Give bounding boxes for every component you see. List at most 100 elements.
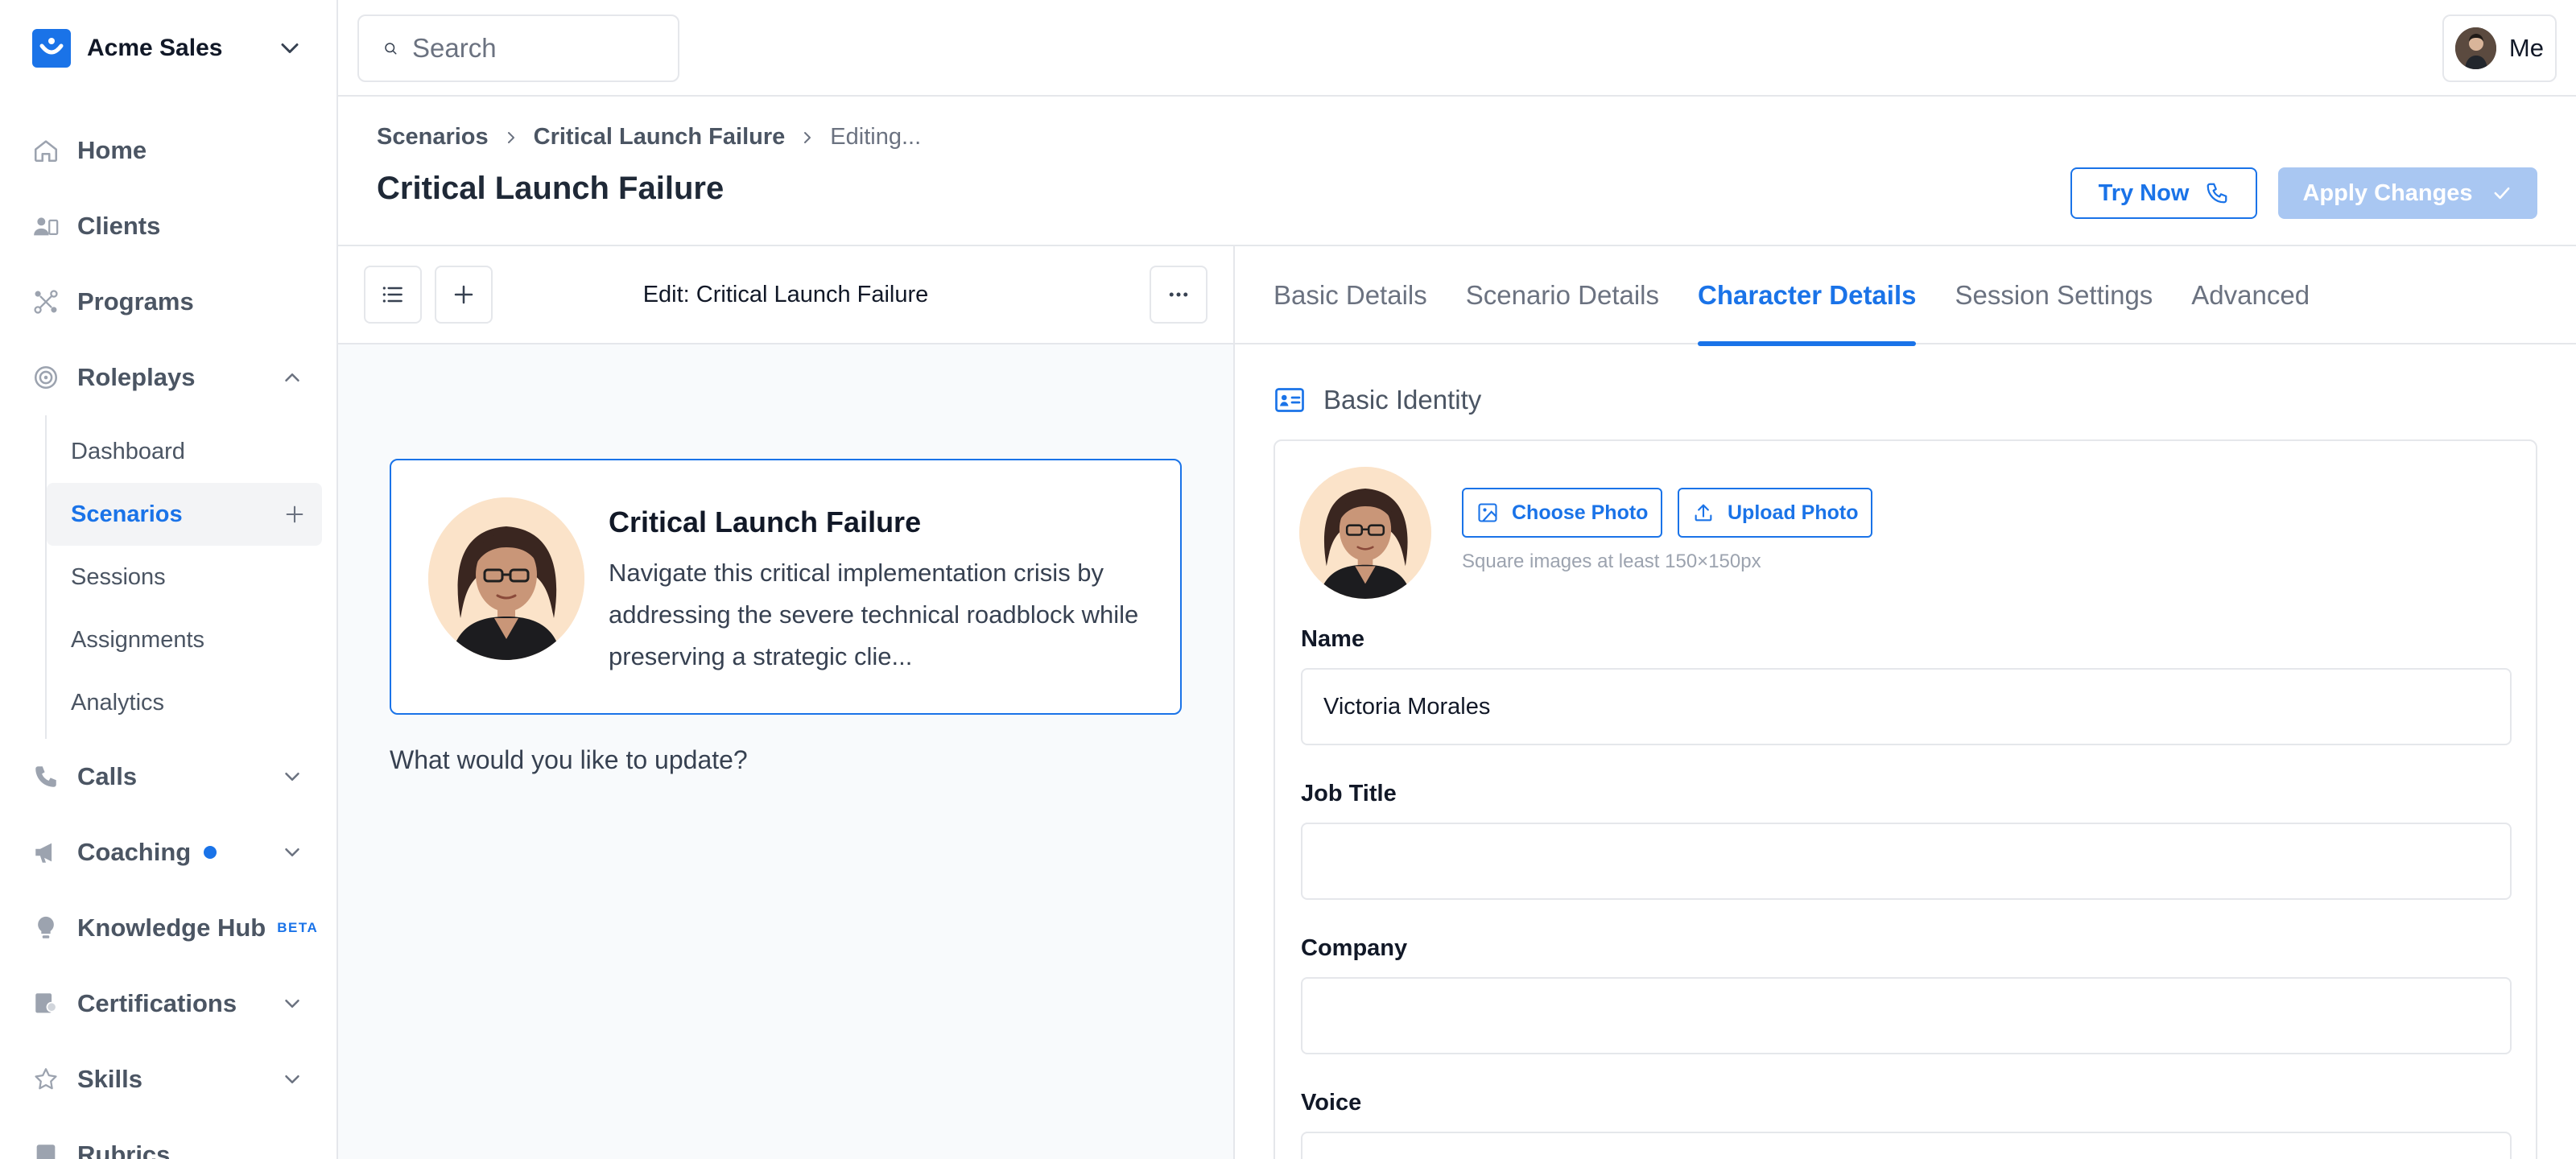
voice-select[interactable]: [1301, 1132, 2512, 1159]
breadcrumb: Scenarios Critical Launch Failure Editin…: [377, 124, 921, 151]
update-prompt: What would you like to update?: [390, 745, 748, 774]
tab-scenario-details[interactable]: Scenario Details: [1466, 246, 1659, 344]
job-title-label: Job Title: [1301, 781, 1397, 806]
try-now-button[interactable]: Try Now: [2070, 167, 2257, 219]
editor-chat-panel: Edit: Critical Launch Failure Critical L…: [338, 246, 1235, 1159]
lightbulb-icon: [38, 916, 54, 938]
sidebar-nav: Home Clients Programs Roleplays Dashboar…: [0, 97, 336, 1159]
upload-photo-label: Upload Photo: [1728, 501, 1859, 524]
id-card-icon: [1275, 388, 1304, 412]
section-title: Basic Identity: [1275, 385, 1481, 415]
topbar: Me: [338, 0, 2576, 97]
sidebar-item-roleplays[interactable]: Roleplays: [0, 340, 336, 415]
clients-icon: [34, 217, 59, 236]
sidebar-item-label: Certifications: [77, 989, 237, 1017]
sidebar-item-label: Home: [77, 136, 147, 164]
sidebar-item-label: Roleplays: [77, 363, 196, 391]
roleplays-subnav: Dashboard Scenarios Sessions Assignments…: [45, 415, 336, 739]
subnav-item-label: Scenarios: [71, 501, 183, 527]
sidebar: Acme Sales Home Clients Programs Rolepla…: [0, 0, 338, 1159]
sidebar-item-label: Coaching: [77, 838, 192, 866]
upload-icon: [1695, 504, 1712, 522]
subnav-item-analytics[interactable]: Analytics: [47, 671, 322, 734]
job-title-field[interactable]: [1301, 823, 2512, 900]
sidebar-item-label: Clients: [77, 212, 161, 240]
choose-photo-button[interactable]: Choose Photo: [1462, 488, 1663, 538]
phone-icon: [35, 766, 56, 787]
sidebar-item-label: Knowledge Hub: [77, 914, 266, 942]
tab-character-details[interactable]: Character Details: [1698, 246, 1917, 346]
more-options-button[interactable]: [1150, 266, 1208, 324]
chevron-down-icon[interactable]: [280, 840, 304, 864]
search-icon: [385, 43, 397, 55]
subnav-item-dashboard[interactable]: Dashboard: [47, 420, 322, 483]
sidebar-item-calls[interactable]: Calls: [0, 739, 336, 815]
apply-changes-button[interactable]: Apply Changes: [2278, 167, 2537, 219]
sidebar-item-coaching[interactable]: Coaching: [0, 815, 336, 890]
subnav-item-assignments[interactable]: Assignments: [47, 608, 322, 671]
avatar: [2455, 27, 2496, 69]
company-label: Company: [1301, 935, 1408, 961]
scenario-card[interactable]: Critical Launch Failure Navigate this cr…: [390, 459, 1182, 715]
character-photo: [1299, 467, 1431, 599]
org-switcher[interactable]: Acme Sales: [0, 0, 336, 97]
star-icon: [35, 1068, 57, 1090]
sidebar-item-home[interactable]: Home: [0, 113, 336, 188]
certificate-icon: [35, 993, 57, 1013]
subnav-item-sessions[interactable]: Sessions: [47, 546, 322, 608]
sidebar-item-programs[interactable]: Programs: [0, 264, 336, 340]
image-icon: [1478, 503, 1497, 522]
photo-hint: Square images at least 150×150px: [1462, 551, 1761, 572]
tab-advanced[interactable]: Advanced: [2191, 246, 2310, 344]
target-icon: [34, 365, 58, 390]
sidebar-item-certifications[interactable]: Certifications: [0, 966, 336, 1041]
breadcrumb-scenario[interactable]: Critical Launch Failure: [534, 124, 786, 151]
section-title-label: Basic Identity: [1323, 385, 1482, 415]
chevron-down-icon[interactable]: [280, 1067, 304, 1091]
user-menu-button[interactable]: Me: [2442, 14, 2557, 82]
org-name: Acme Sales: [87, 35, 223, 61]
chevron-down-icon[interactable]: [280, 765, 304, 789]
chevron-up-icon[interactable]: [280, 365, 304, 390]
apply-changes-label: Apply Changes: [2302, 179, 2473, 206]
details-panel: Basic Details Scenario Details Character…: [1235, 246, 2576, 1159]
tab-basic-details[interactable]: Basic Details: [1274, 246, 1427, 344]
search-box[interactable]: [357, 14, 679, 82]
choose-photo-label: Choose Photo: [1512, 501, 1649, 524]
chevron-down-icon[interactable]: [280, 992, 304, 1016]
sidebar-item-label: Rubrics: [77, 1140, 171, 1159]
card-description: Navigate this critical implementation cr…: [609, 559, 1139, 670]
plus-icon[interactable]: [283, 503, 306, 526]
search-input[interactable]: [412, 33, 654, 64]
try-now-label: Try Now: [2098, 179, 2190, 206]
more-horizontal-icon: [1169, 292, 1188, 297]
chevron-down-icon[interactable]: [275, 34, 304, 63]
details-tabs: Basic Details Scenario Details Character…: [1235, 246, 2576, 346]
user-menu-label: Me: [2508, 34, 2544, 62]
sidebar-item-clients[interactable]: Clients: [0, 188, 336, 264]
upload-photo-button[interactable]: Upload Photo: [1678, 488, 1873, 538]
editor-title: Edit: Critical Launch Failure: [642, 282, 929, 307]
sidebar-item-knowledge-hub[interactable]: Knowledge Hub BETA: [0, 890, 336, 966]
card-title: Critical Launch Failure: [609, 505, 922, 538]
sidebar-item-rubrics[interactable]: Rubrics: [0, 1117, 336, 1159]
sidebar-item-skills[interactable]: Skills: [0, 1041, 336, 1117]
tab-session-settings[interactable]: Session Settings: [1955, 246, 2153, 344]
chevron-right-icon: [804, 131, 811, 143]
breadcrumb-scenarios[interactable]: Scenarios: [377, 124, 489, 151]
name-label: Name: [1301, 626, 1364, 652]
editor-toolbar: Edit: Critical Launch Failure: [338, 246, 1233, 344]
sidebar-item-label: Programs: [77, 287, 194, 316]
basic-identity-form: Choose Photo Upload Photo Square images …: [1274, 439, 2537, 1159]
subnav-item-scenarios[interactable]: Scenarios: [47, 483, 322, 546]
page-header: Scenarios Critical Launch Failure Editin…: [338, 97, 2576, 246]
check-icon: [2494, 187, 2509, 200]
company-field[interactable]: [1301, 977, 2512, 1054]
rubric-icon: [36, 1145, 56, 1159]
voice-label: Voice: [1301, 1090, 1362, 1116]
org-logo-icon: [32, 29, 71, 68]
beta-badge: BETA: [277, 920, 319, 935]
notification-dot: [204, 846, 217, 859]
name-field[interactable]: [1301, 668, 2512, 745]
sidebar-item-label: Skills: [77, 1065, 142, 1093]
